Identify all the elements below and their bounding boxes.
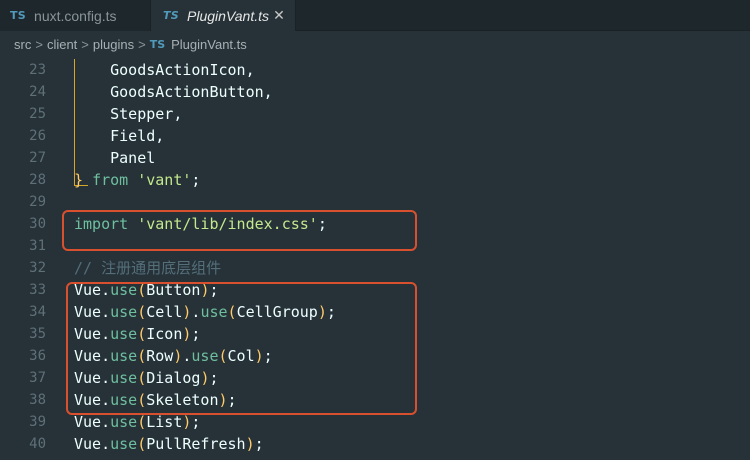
line-number: 36 [29, 348, 46, 364]
breadcrumb-item-plugins[interactable]: plugins [93, 37, 134, 52]
typescript-file-icon: TS [10, 9, 27, 22]
line-number: 31 [29, 238, 46, 254]
chevron-right-icon: > [35, 36, 43, 52]
line-number: 23 [29, 62, 46, 78]
tab-label: PluginVant.ts [187, 7, 270, 24]
tab-nuxt-config[interactable]: TS nuxt.config.ts [0, 0, 150, 31]
line-number: 27 [29, 150, 46, 166]
code-line[interactable]: 23 GoodsActionIcon, [0, 59, 750, 81]
line-number: 30 [29, 216, 46, 232]
highlight-box-import [62, 210, 417, 251]
line-number: 32 [29, 260, 46, 276]
line-number: 40 [29, 436, 46, 452]
breadcrumb-item-client[interactable]: client [47, 37, 77, 52]
code-line[interactable]: 28 } from 'vant'; [0, 169, 750, 191]
breadcrumb-item-src[interactable]: src [14, 37, 31, 52]
line-number: 24 [29, 84, 46, 100]
code-text: Stepper, [110, 105, 183, 123]
code-line[interactable]: 25 Stepper, [0, 103, 750, 125]
typescript-file-icon: TS [149, 37, 166, 51]
close-icon[interactable]: ✕ [271, 7, 287, 23]
code-text: Panel [110, 149, 156, 167]
code-text: // 注册通用底层组件 [74, 259, 222, 277]
line-number: 37 [29, 370, 46, 386]
code-line[interactable]: 32 // 注册通用底层组件 [0, 257, 750, 279]
line-number: 25 [29, 106, 46, 122]
line-number: 28 [29, 172, 46, 188]
code-line[interactable]: 27 Panel [0, 147, 750, 169]
code-line[interactable]: 40 Vue.use(PullRefresh); [0, 433, 750, 455]
chevron-right-icon: > [138, 36, 146, 52]
line-number: 34 [29, 304, 46, 320]
breadcrumb: src > client > plugins > TS PluginVant.t… [0, 31, 750, 57]
code-line[interactable]: 24 GoodsActionButton, [0, 81, 750, 103]
line-number: 39 [29, 414, 46, 430]
tab-label: nuxt.config.ts [34, 7, 117, 24]
code-text: GoodsActionButton, [110, 83, 273, 101]
typescript-file-icon: TS [163, 9, 180, 22]
code-text: Field, [110, 127, 165, 145]
line-number: 38 [29, 392, 46, 408]
tab-bar: TS nuxt.config.ts TS PluginVant.ts ✕ [0, 0, 750, 31]
highlight-box-vue-use [66, 282, 417, 415]
code-text: } from 'vant'; [74, 171, 201, 189]
line-number: 35 [29, 326, 46, 342]
code-line[interactable]: 26 Field, [0, 125, 750, 147]
line-number: 29 [29, 194, 46, 210]
code-text: Vue.use(PullRefresh); [74, 435, 264, 453]
line-number: 26 [29, 128, 46, 144]
tab-plugin-vant[interactable]: TS PluginVant.ts ✕ [150, 0, 296, 31]
chevron-right-icon: > [81, 36, 89, 52]
breadcrumb-item-file[interactable]: PluginVant.ts [171, 37, 247, 52]
line-number: 33 [29, 282, 46, 298]
code-text: GoodsActionIcon, [110, 61, 255, 79]
code-editor[interactable]: 23 GoodsActionIcon, 24 GoodsActionButton,… [0, 59, 750, 460]
